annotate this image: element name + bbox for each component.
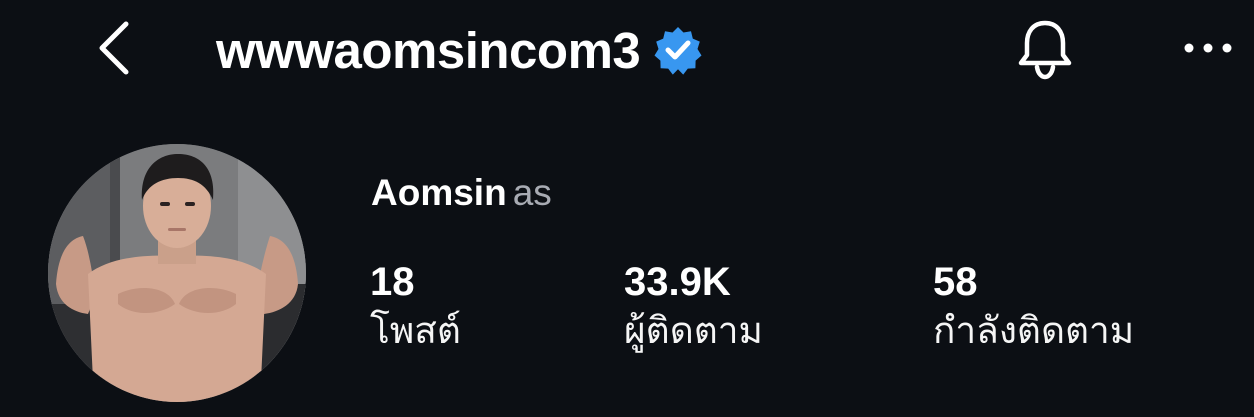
stat-following-value: 58 [933, 260, 978, 304]
stat-followers[interactable]: 33.9K ผู้ติดตาม [624, 258, 763, 356]
username: wwwaomsincom3 [216, 21, 641, 79]
header-title: wwwaomsincom3 [216, 20, 704, 80]
profile-page: wwwaomsincom3 Aomsin as 18 โพสต์ 33.9K ผ… [0, 0, 1254, 417]
more-horizontal-icon [1184, 43, 1232, 53]
stat-following-label: กำลังติดตาม [933, 310, 1135, 351]
stat-posts[interactable]: 18 โพสต์ [370, 258, 461, 356]
bell-icon [1018, 20, 1072, 80]
chevron-left-icon [99, 21, 129, 75]
notifications-button[interactable] [1010, 14, 1080, 84]
stat-posts-value: 18 [370, 260, 415, 304]
display-name-row: Aomsin as [371, 170, 552, 216]
stat-posts-label: โพสต์ [370, 310, 461, 351]
back-button[interactable] [82, 12, 146, 84]
avatar[interactable] [48, 144, 306, 402]
verified-badge-icon [652, 24, 704, 76]
stat-following[interactable]: 58 กำลังติดตาม [933, 258, 1134, 356]
more-options-button[interactable] [1176, 18, 1240, 78]
stat-followers-value: 33.9K [624, 260, 731, 304]
profile-photo [48, 144, 306, 402]
stat-followers-label: ผู้ติดตาม [624, 310, 763, 351]
pronouns: as [512, 172, 552, 213]
display-name: Aomsin [371, 172, 507, 213]
